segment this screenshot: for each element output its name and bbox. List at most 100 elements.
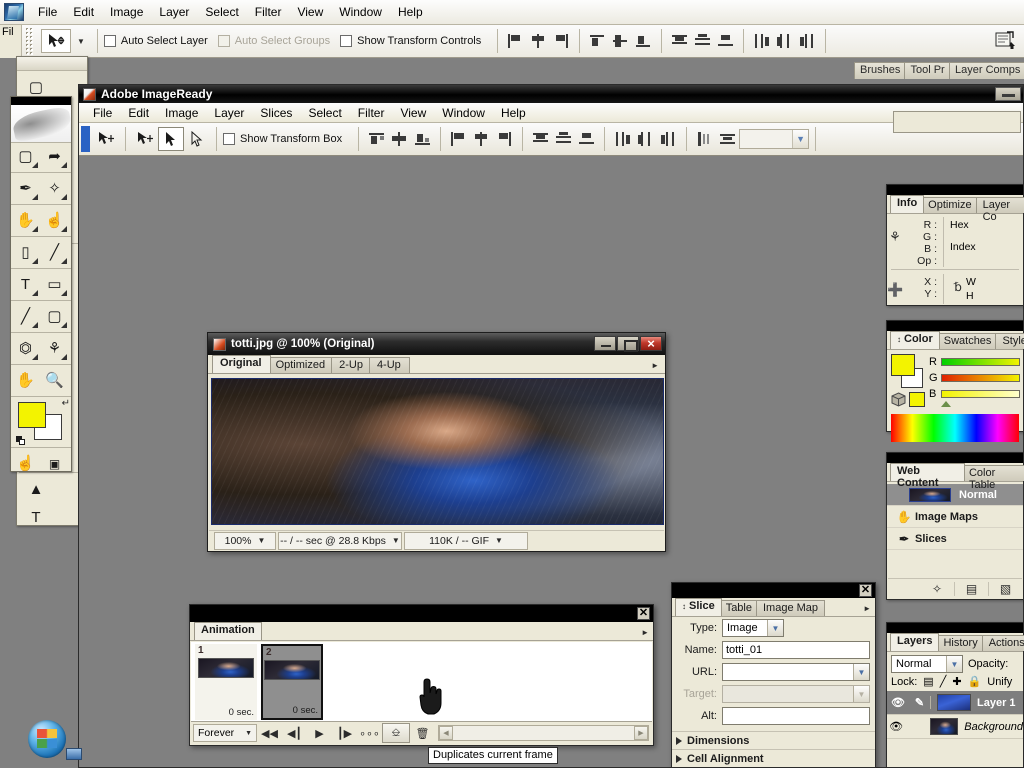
slice-type-select[interactable]: Image ▼ [722,619,784,637]
ir-menu-slices[interactable]: Slices [252,104,300,122]
lock-position-icon[interactable]: ✚ [952,675,961,688]
web-content-item-image-maps[interactable]: ✋ Image Maps [887,506,1023,528]
tab-animation[interactable]: Animation [194,622,262,640]
ir-tool-lasso[interactable]: ✒ [11,175,40,202]
ir-align-left-edges-icon[interactable] [448,129,469,149]
duplicate-frame-button[interactable]: ⎒ [382,723,410,743]
slice-dimensions-section[interactable]: Dimensions [672,731,875,749]
options-bar-gripper[interactable] [25,27,34,55]
tab-table[interactable]: Table [718,600,759,616]
ir-tool-hand[interactable]: ✋ [11,367,40,394]
slice-name-input[interactable]: totti_01 [722,641,870,659]
ir-align-top-icon[interactable] [366,129,387,149]
ir-menu-edit[interactable]: Edit [120,104,157,122]
animation-frame-2[interactable]: 2 0 sec. [261,644,323,720]
tween-frames-button[interactable]: ∘∘∘ [357,723,382,743]
slice-palette-close-button[interactable]: ✕ [859,584,872,597]
chevron-down-icon[interactable]: ▼ [792,130,809,148]
ps-menu-view[interactable]: View [289,2,331,22]
ir-tool-line[interactable]: ╱ [11,303,40,330]
imageready-toolbox[interactable]: ▢ ➦ ✒ ✧ ✋ ☝ ▯ ╱ T ▭ ╱ ▢ ⏣ ⚘ ✋ 🔍 ↵ ☝ ▣ [10,96,72,472]
imageready-titlebar[interactable]: Adobe ImageReady [79,85,1023,103]
chevron-down-icon[interactable]: ▼ [392,536,400,545]
blend-mode-select[interactable]: Normal ▼ [891,655,963,673]
ir-distribute-top-icon[interactable] [530,129,551,149]
align-bottom-edges-icon[interactable] [633,31,654,51]
align-left-edges-icon[interactable] [505,31,526,51]
lock-transparency-icon[interactable]: ▤ [923,675,933,688]
tab-styles[interactable]: Style [995,333,1024,349]
loop-option-dropdown[interactable]: Forever [193,724,257,742]
chevron-down-icon[interactable]: ▼ [257,536,265,545]
align-top-edges-icon[interactable] [587,31,608,51]
ps-menu-window[interactable]: Window [331,2,390,22]
ir-swap-colors-icon[interactable]: ↵ [62,398,70,409]
ir-distribute-spacing-v-icon[interactable] [694,129,715,149]
show-transform-box-checkbox[interactable] [223,133,235,145]
select-next-frame-button[interactable]: ┃▶ [332,723,357,743]
color-b-slider[interactable] [941,390,1020,398]
ir-tool-move[interactable]: ➦ [40,143,69,170]
taskbar-window-icon[interactable] [66,748,82,760]
tool-preset-chevron-down-icon[interactable]: ▼ [77,37,85,46]
ir-tool-zoom[interactable]: 🔍 [40,367,69,394]
ir-tool-magic-wand[interactable]: ✧ [40,175,69,202]
lock-image-pixels-icon[interactable]: ╱ [940,675,947,688]
ir-opt-direct-selection-icon[interactable] [158,127,184,151]
document-minimize-button[interactable] [594,336,616,351]
palette-tab-layer-comps[interactable]: Layer Comps [949,62,1024,79]
animation-close-button[interactable]: ✕ [637,607,650,620]
ps-tool-type[interactable]: T [19,503,53,525]
align-vertical-centers-icon[interactable] [610,31,631,51]
color-spectrum-ramp[interactable] [891,414,1019,442]
layer-row-background[interactable]: 👁 Background [887,715,1023,739]
animation-frame-1[interactable]: 1 0 sec. [195,644,257,720]
ir-opt-move-tool-icon[interactable] [93,127,119,151]
show-transform-controls-checkbox[interactable] [340,35,353,47]
slice-alt-input[interactable] [722,707,870,725]
ir-options-dropdown[interactable]: ▼ [739,129,810,149]
delete-frame-button[interactable]: 🗑 [410,723,435,743]
distribute-bottom-edges-icon[interactable] [715,31,736,51]
tab-history[interactable]: History [936,635,985,651]
tab-4up[interactable]: 4-Up [368,357,410,373]
ir-menu-layer[interactable]: Layer [206,104,252,122]
ir-tool-rectangular-marquee[interactable]: ▢ [11,143,40,170]
imageready-toolbox-titlebar[interactable] [11,97,71,105]
animation-palette-menu-icon[interactable]: ► [641,628,649,637]
align-right-edges-icon[interactable] [551,31,572,51]
chevron-down-icon[interactable]: ▼ [767,620,783,636]
ir-tool-eyedropper[interactable]: ⚘ [40,335,69,362]
auto-select-layer-checkbox[interactable] [103,35,116,47]
slice-url-input[interactable]: ▼ [722,663,870,681]
tab-color-table[interactable]: Color Table [961,465,1024,491]
ir-menu-image[interactable]: Image [157,104,206,122]
ps-tool-path-selection[interactable]: ▲ [19,475,53,503]
file-size-dropdown[interactable]: 110K / -- GIF ▼ [404,531,528,550]
document-canvas[interactable] [211,378,664,525]
palette-tab-tool-presets[interactable]: Tool Pr [904,62,950,79]
tab-optimize[interactable]: Optimize [921,197,979,213]
ir-distribute-hcenters-icon[interactable] [635,129,656,149]
color-g-slider[interactable] [941,374,1020,382]
select-first-frame-button[interactable]: ◀◀ [257,723,282,743]
select-previous-frame-button[interactable]: ◀┃ [282,723,307,743]
info-palette-titlebar[interactable] [887,185,1023,195]
layers-palette-titlebar[interactable] [887,623,1023,633]
frame-delay[interactable]: 0 sec. [229,707,254,718]
ir-distribute-bottom-icon[interactable] [576,129,597,149]
lock-all-icon[interactable]: 🔒 [968,675,982,688]
scroll-right-icon[interactable]: ▶ [634,726,648,740]
distribute-right-edges-icon[interactable] [797,31,818,51]
ps-menu-select[interactable]: Select [197,2,246,22]
disclosure-triangle-icon[interactable] [676,736,682,745]
slice-palette-titlebar[interactable]: ✕ [672,583,875,598]
document-maximize-button[interactable] [617,336,639,352]
ir-foreground-color-swatch[interactable] [18,402,46,428]
ir-tool-rounded-rectangle[interactable]: ▢ [40,303,69,330]
tab-actions[interactable]: Actions [981,635,1024,651]
slice-palette-menu-icon[interactable]: ► [863,604,871,613]
photoshop-toolbox-titlebar[interactable] [17,57,87,71]
ir-tool-type[interactable]: T [11,271,40,298]
play-animation-button[interactable]: ▶ [307,723,332,743]
